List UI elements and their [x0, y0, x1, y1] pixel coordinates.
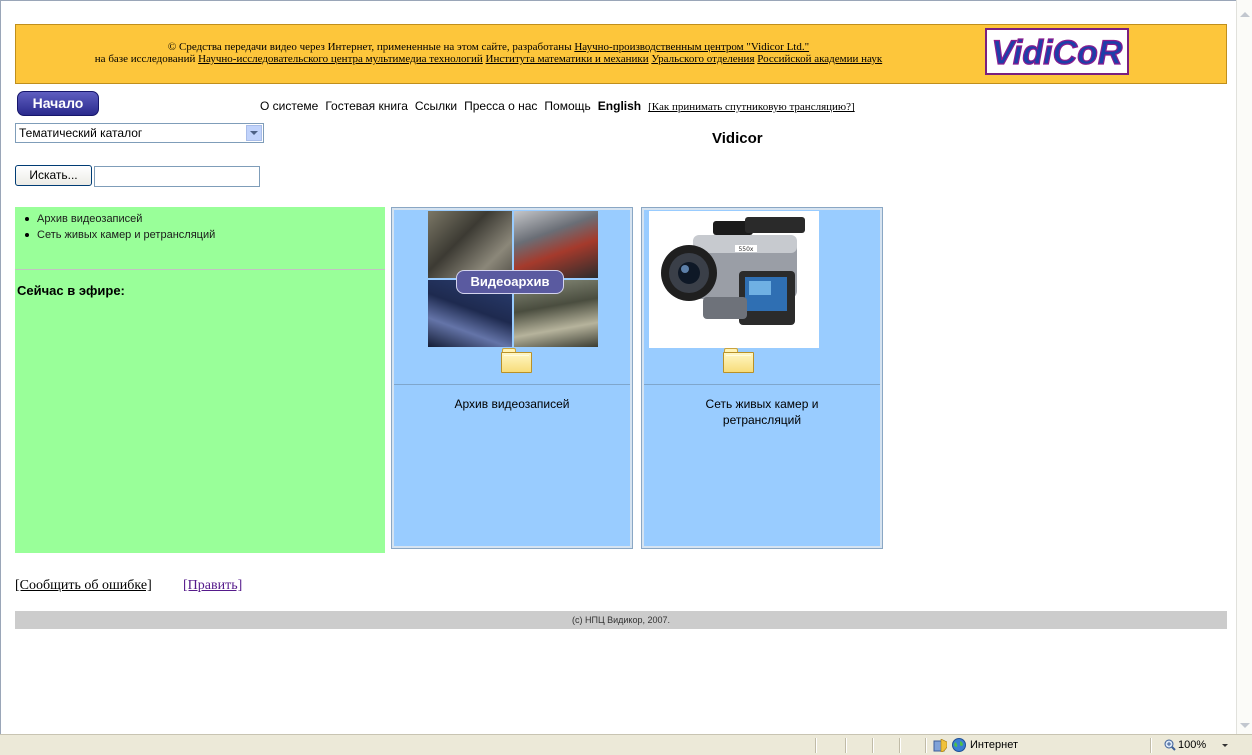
tile-live-cameras[interactable]: 550x Сеть живых камер и ретрансляций [641, 207, 883, 549]
tile-label-line2: ретрансляций [722, 413, 802, 427]
ural-branch-link[interactable]: Уральского отделения [651, 53, 754, 65]
catalog-select-value: Тематический каталог [19, 126, 143, 140]
nav-satellite-help[interactable]: [Как принимать спутниковую трансляцию?] [648, 101, 855, 113]
zoom-dropdown-icon[interactable] [1222, 744, 1228, 747]
vidicor-logo-graphic: VidiCoR [987, 30, 1127, 73]
left-panel-divider [15, 269, 385, 270]
nav-links[interactable]: Ссылки [415, 99, 457, 113]
institute-link[interactable]: Института математики и механики [486, 53, 649, 65]
status-divider [872, 738, 873, 753]
zoom-icon[interactable] [1164, 739, 1176, 751]
vidicor-link[interactable]: Научно-производственным центром "Vidicor… [574, 41, 809, 53]
vidicor-logo[interactable]: VidiCoR [985, 28, 1129, 75]
page-viewport: © Средства передачи видео через Интернет… [0, 0, 1237, 735]
multimedia-center-link[interactable]: Научно-исследовательского центра мультим… [198, 53, 483, 65]
credits-line1: © Средства передачи видео через Интернет… [167, 41, 575, 53]
on-air-heading: Сейчас в эфире: [17, 283, 125, 298]
edit-link[interactable]: [Править] [183, 578, 242, 594]
page-title: Vidicor [712, 130, 763, 147]
video-archive-image[interactable]: Видеоархив [428, 211, 598, 348]
tile-label-archive[interactable]: Архив видеозаписей [392, 396, 632, 412]
nav-help[interactable]: Помощь [544, 99, 590, 113]
academy-link[interactable]: Российской академии наук [757, 53, 882, 65]
search-input[interactable] [94, 166, 260, 187]
tile-label-live-cameras[interactable]: Сеть живых камер и ретрансляций [642, 396, 882, 428]
credits-line2: на базе исследований [94, 53, 199, 65]
security-zone-label: Интернет [970, 739, 1018, 751]
vertical-scrollbar[interactable] [1236, 0, 1252, 734]
chevron-down-icon[interactable] [246, 125, 262, 141]
nav-press[interactable]: Пресса о нас [464, 99, 537, 113]
tile-label-line1: Сеть живых камер и [705, 397, 819, 411]
home-button[interactable]: Начало [17, 91, 99, 116]
credits-text: © Средства передачи видео через Интернет… [16, 41, 961, 65]
scroll-down-icon[interactable] [1240, 723, 1250, 728]
tile-divider [644, 384, 880, 385]
security-shield-icon [933, 739, 947, 752]
status-divider [815, 738, 816, 753]
camera-model-text: 550x [738, 246, 753, 253]
credits-banner: © Средства передачи видео через Интернет… [15, 24, 1227, 84]
camera-image[interactable]: 550x [649, 211, 819, 348]
archive-photo-1 [428, 211, 512, 278]
status-bar: Интернет 100% [0, 734, 1252, 755]
nav-english[interactable]: English [598, 99, 641, 113]
scroll-up-icon[interactable] [1240, 12, 1250, 17]
folder-icon [723, 348, 754, 374]
section-list: Архив видеозаписей Сеть живых камер и ре… [24, 211, 215, 243]
nav-about[interactable]: О системе [260, 99, 318, 113]
section-link-archive[interactable]: Архив видеозаписей [24, 211, 215, 227]
zoom-level[interactable]: 100% [1178, 739, 1206, 751]
search-button[interactable]: Искать... [15, 165, 92, 186]
page-footer: (c) НПЦ Видикор, 2007. [15, 611, 1227, 629]
left-panel: Архив видеозаписей Сеть живых камер и ре… [15, 207, 385, 553]
tile-divider [394, 384, 630, 385]
globe-icon [952, 738, 966, 752]
status-divider [1150, 738, 1151, 753]
video-archive-caption: Видеоархив [456, 270, 564, 294]
logo-wordmark: VidiCoR [992, 34, 1123, 72]
archive-photo-2 [514, 211, 598, 278]
catalog-select[interactable]: Тематический каталог [15, 123, 264, 143]
status-divider [925, 738, 926, 753]
video-camera-icon: 550x [649, 211, 819, 348]
nav-guestbook[interactable]: Гостевая книга [325, 99, 408, 113]
status-divider [845, 738, 846, 753]
section-link-live-cameras[interactable]: Сеть живых камер и ретрансляций [24, 227, 215, 243]
status-divider [899, 738, 900, 753]
top-navigation: О системе Гостевая книга Ссылки Пресса о на… [260, 99, 862, 113]
report-error-text: [Сообщить об ошибке] [15, 578, 152, 593]
folder-icon [501, 348, 532, 374]
report-error-link[interactable]: [Сообщить об ошибке] [15, 578, 152, 594]
edit-text: [Править] [183, 578, 243, 593]
tile-video-archive[interactable]: Видеоархив Архив видеозаписей [391, 207, 633, 549]
